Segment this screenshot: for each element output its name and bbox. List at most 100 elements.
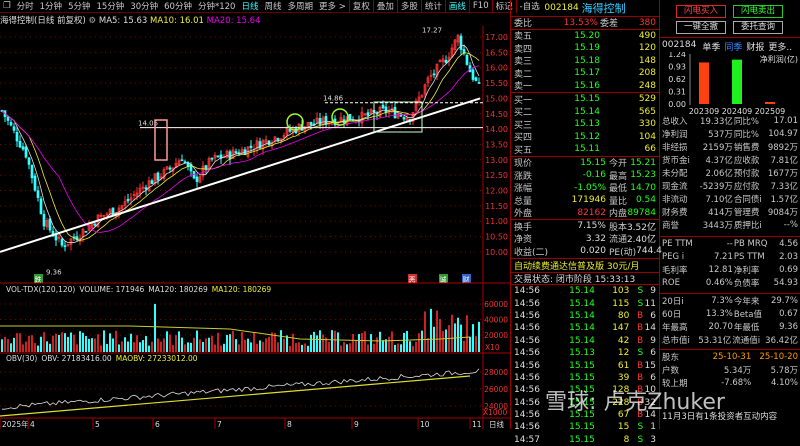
cancel-all-button[interactable]: 一键全撤 bbox=[676, 21, 726, 34]
ad-text[interactable]: 自动续费通达信普及版 bbox=[514, 259, 604, 272]
volume-bar bbox=[76, 344, 78, 352]
ad-price[interactable]: 30元/月 bbox=[607, 259, 640, 272]
bid-row[interactable]: 买一 15.15 529 bbox=[511, 93, 659, 106]
cell: PEG i bbox=[662, 251, 685, 262]
cell: 9892万 bbox=[767, 142, 798, 153]
candle-body bbox=[126, 198, 130, 202]
row-value-2: 15.21 bbox=[630, 157, 656, 168]
fin-row: 财务费 414万 管理费 9084万 bbox=[660, 205, 800, 218]
cell: 同比% bbox=[733, 116, 759, 127]
tool-button[interactable]: F10 bbox=[470, 1, 492, 11]
row-label-2: 量比 bbox=[609, 196, 628, 207]
ask-row[interactable]: 卖一 15.16 248 bbox=[511, 80, 659, 93]
volume-bar bbox=[136, 335, 138, 352]
volume-bar bbox=[118, 344, 120, 352]
ask-row[interactable]: 卖三 15.18 148 bbox=[511, 55, 659, 68]
side-panel: 闪电买入 闪电卖出 一键全撤 委托查询 002184 单季 同季 财报 更多.. 净利… bbox=[660, 0, 800, 429]
kline-chart[interactable]: 17.00 16.50 16.00 15.50 15.00 14.50 14.00 13.50… bbox=[0, 26, 510, 429]
flash-sell-button[interactable]: 闪电卖出 bbox=[733, 5, 783, 18]
candle-body bbox=[258, 141, 262, 149]
period-tab[interactable]: 日线 bbox=[238, 0, 261, 12]
fin-row: 非经损 2159万 销售费 9892万 bbox=[660, 140, 800, 153]
volume-bar bbox=[268, 336, 270, 352]
volume-bar bbox=[322, 334, 324, 352]
volume-header: VOL-TDX(120,120) VOLUME: 171946 MA120: 180… bbox=[6, 285, 271, 294]
cell: 总收入 bbox=[662, 116, 688, 127]
obv-obv: OBV: 27183416.00 bbox=[41, 354, 112, 363]
bid-row[interactable]: 买二 15.14 565 bbox=[511, 106, 659, 119]
tool-button[interactable]: 复权 bbox=[350, 0, 373, 12]
candle-body bbox=[459, 35, 463, 50]
tick-row: 14:56 15.14 103 S 9 bbox=[511, 285, 659, 297]
volume-bar bbox=[49, 343, 51, 352]
low-label: 9.36 bbox=[46, 269, 62, 277]
bid-row[interactable]: 买三 15.13 330 bbox=[511, 118, 659, 131]
tick-row: 14:56 15.15 61 B 15 bbox=[511, 359, 659, 371]
cell: 12.81 bbox=[708, 264, 733, 275]
ask-row[interactable]: 卖四 15.19 120 bbox=[511, 42, 659, 55]
volume-bar bbox=[40, 336, 42, 352]
volume-bar bbox=[307, 345, 309, 352]
tick-list[interactable]: 14:56 15.14 103 S 9 14:56 15.14 115 S 11 14:56 15.1… bbox=[511, 284, 659, 446]
row-label: 涨跌 bbox=[514, 171, 533, 182]
ask-row[interactable]: 卖五 15.20 490 bbox=[511, 30, 659, 43]
cell: -5239万 bbox=[699, 181, 733, 192]
tool-button[interactable]: 叠加 bbox=[374, 0, 397, 12]
level-label: 买三 bbox=[514, 120, 533, 131]
settings-icon[interactable]: ⚙ bbox=[89, 16, 97, 26]
volume-title: VOL-TDX(120,120) bbox=[6, 285, 75, 294]
period-tab[interactable]: 更多 > bbox=[316, 0, 349, 12]
volume-bar bbox=[379, 331, 381, 352]
period-tab[interactable]: 15分钟 bbox=[93, 0, 127, 12]
level-label: 买二 bbox=[514, 108, 533, 119]
valuation: PE TTM -- PB MRQ 4.56 PEG i 7.21 PS TTM 2.03 毛利率… bbox=[660, 236, 800, 289]
period-tab[interactable]: 1分钟 bbox=[37, 0, 65, 12]
cell: 同比% bbox=[733, 129, 759, 140]
volume-bar bbox=[436, 310, 438, 352]
ask-row[interactable]: 卖二 15.17 208 bbox=[511, 67, 659, 80]
trendline[interactable] bbox=[0, 97, 481, 253]
period-tab[interactable]: 60分钟 bbox=[161, 0, 195, 12]
tool-button[interactable]: 画线 bbox=[446, 0, 469, 12]
volume-bar bbox=[475, 336, 477, 352]
tool-button[interactable]: 多股 bbox=[398, 0, 421, 12]
volume-tick: 40000 bbox=[484, 316, 508, 325]
cell: 销售费 bbox=[733, 142, 760, 153]
period-tab[interactable]: 周线 bbox=[261, 0, 284, 12]
performance: 20日i 7.3% 今年来 29.7% 60日 13.3% Beta值 0.67 年最高 20.7… bbox=[660, 293, 800, 346]
candle-body bbox=[399, 114, 403, 117]
tool-button[interactable]: 统计 bbox=[422, 0, 445, 12]
bid-row[interactable]: 买四 15.12 104 bbox=[511, 131, 659, 144]
layout-icon[interactable]: ❐ bbox=[0, 1, 14, 11]
quote-stats-2: 换手 7.15% 股本 3.52亿 净资 3.32 流通 2.40亿 收益(二) 0.020 PE(… bbox=[511, 219, 662, 258]
period-tab[interactable]: 分钟*120 bbox=[195, 0, 238, 12]
period-tab[interactable]: 5分钟 bbox=[65, 0, 93, 12]
level-volume: 104 bbox=[638, 131, 656, 142]
period-tab[interactable]: 多周期 bbox=[284, 0, 316, 12]
volume-bar bbox=[196, 330, 198, 352]
flash-buy-button[interactable]: 闪电买入 bbox=[676, 5, 726, 18]
cell: 年最低 bbox=[733, 322, 760, 333]
candle-body bbox=[24, 146, 28, 158]
tick-side: S bbox=[637, 348, 644, 359]
cell: 9084万 bbox=[767, 207, 798, 218]
price-tick: 15.00 bbox=[485, 94, 508, 103]
period-toolbar: ❐ 分时 1分钟 5分钟 15分钟 30分钟 60分钟 分钟*120 日线 周线 多周期 更多 > 复权… bbox=[0, 0, 540, 13]
candle-body bbox=[18, 140, 22, 148]
bid-row[interactable]: 买五 15.11 66 bbox=[511, 143, 659, 156]
candle-body bbox=[276, 138, 280, 141]
period-tab[interactable]: 30分钟 bbox=[127, 0, 161, 12]
cell: 7.33亿 bbox=[770, 181, 798, 192]
price-tick: 15.50 bbox=[485, 79, 508, 88]
volume-bar bbox=[82, 332, 84, 352]
volume-bar bbox=[121, 341, 123, 352]
period-label: 日线 bbox=[489, 419, 504, 429]
period-tab[interactable]: 分时 bbox=[14, 0, 37, 12]
volume-bar bbox=[469, 336, 471, 352]
tick-count: 11 bbox=[644, 298, 656, 309]
order-query-button[interactable]: 委托查询 bbox=[733, 21, 783, 34]
volume-bar bbox=[223, 343, 225, 352]
candle-body bbox=[15, 132, 19, 142]
cell: 净利润 bbox=[662, 129, 688, 140]
cell: PS TTM bbox=[733, 251, 765, 262]
